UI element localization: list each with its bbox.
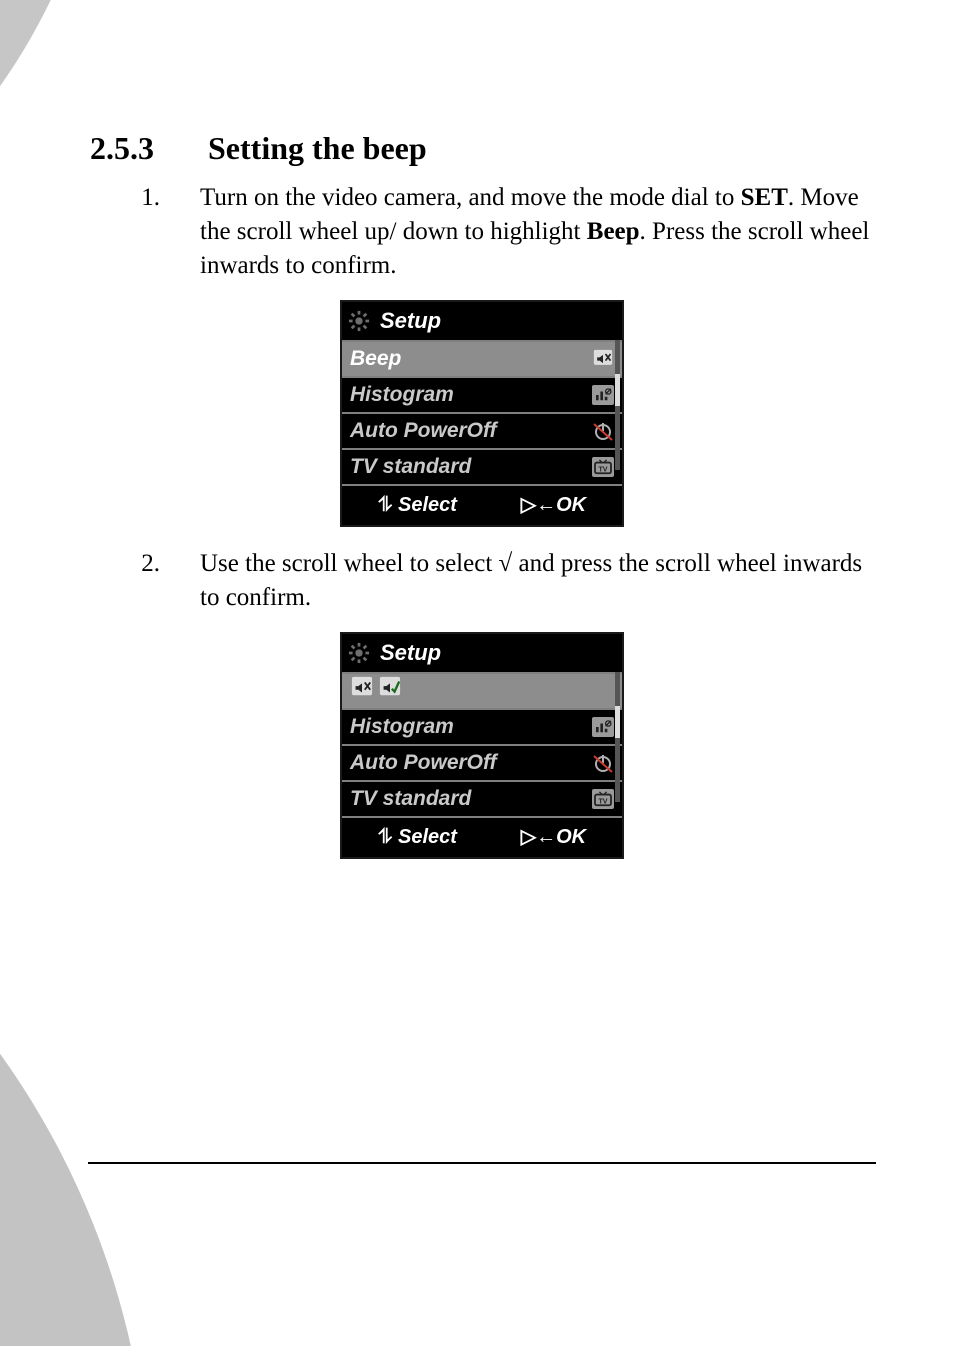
- lcd-title: Setup: [380, 638, 441, 668]
- speaker-on-icon: [378, 676, 402, 706]
- menu-item-histogram[interactable]: Histogram: [342, 710, 622, 746]
- page-divider: [88, 1162, 876, 1164]
- steps-list: 1. Turn on the video camera, and move th…: [90, 181, 874, 873]
- lcd-menu: Histogram Auto PowerOff TV: [342, 672, 622, 818]
- lcd-header: Setup: [342, 634, 622, 672]
- menu-beep: Beep: [587, 218, 640, 245]
- device-screen-1: Setup Beep Histogram: [340, 300, 624, 527]
- scroll-icon: ⥮: [378, 494, 393, 516]
- histogram-icon: [592, 385, 614, 405]
- section-title: Setting the beep: [208, 130, 427, 166]
- histogram-icon: [592, 717, 614, 737]
- press-in-icon: ▷←: [521, 494, 556, 516]
- gear-icon: [348, 310, 370, 332]
- step-number: 1.: [90, 181, 200, 215]
- tv-icon: TV: [592, 457, 614, 477]
- ok-hint: ▷←OK: [521, 492, 586, 519]
- menu-item-tvstandard[interactable]: TV standard TV: [342, 450, 622, 484]
- content-column: 2.5.3 Setting the beep 1. Turn on the vi…: [90, 130, 874, 879]
- menu-item-autopoweroff[interactable]: Auto PowerOff: [342, 414, 622, 450]
- section-number: 2.5.3: [90, 130, 200, 167]
- check-symbol: √: [499, 550, 513, 577]
- press-in-icon: ▷←: [521, 826, 556, 848]
- device-screen-2: Setup: [340, 632, 624, 859]
- step-1: 1. Turn on the video camera, and move th…: [90, 181, 874, 282]
- scrollbar-thumb[interactable]: [615, 706, 620, 738]
- tv-icon: TV: [592, 789, 614, 809]
- gear-icon: [348, 642, 370, 664]
- menu-item-beep[interactable]: Beep: [342, 342, 622, 378]
- screenshot-row: Setup: [90, 620, 874, 873]
- menu-item-beep-options[interactable]: [342, 674, 622, 710]
- menu-item-tvstandard[interactable]: TV standard TV: [342, 782, 622, 816]
- select-hint: ⥮ Select: [378, 824, 457, 851]
- step-number: 2.: [90, 547, 200, 581]
- section-heading: 2.5.3 Setting the beep: [90, 130, 874, 167]
- lcd-footer: ⥮ Select ▷←OK: [342, 486, 622, 525]
- select-hint: ⥮ Select: [378, 492, 457, 519]
- mode-set: SET: [741, 184, 788, 211]
- menu-item-autopoweroff[interactable]: Auto PowerOff: [342, 746, 622, 782]
- ok-hint: ▷←OK: [521, 824, 586, 851]
- step-body: Turn on the video camera, and move the m…: [200, 181, 874, 282]
- scroll-icon: ⥮: [378, 826, 393, 848]
- power-off-icon: [592, 421, 614, 441]
- screenshot-row: Setup Beep Histogram: [90, 288, 874, 541]
- power-off-icon: [592, 753, 614, 773]
- lcd-footer: ⥮ Select ▷←OK: [342, 818, 622, 857]
- scrollbar-thumb[interactable]: [615, 374, 620, 406]
- lcd-menu: Beep Histogram Auto PowerO: [342, 340, 622, 486]
- speaker-muted-icon: [592, 348, 614, 370]
- lcd-header: Setup: [342, 302, 622, 340]
- step-body: Use the scroll wheel to select √ and pre…: [200, 547, 874, 615]
- svg-text:TV: TV: [598, 798, 607, 806]
- speaker-muted-icon: [350, 676, 374, 706]
- lcd-title: Setup: [380, 306, 441, 336]
- menu-item-histogram[interactable]: Histogram: [342, 378, 622, 414]
- step-2: 2. Use the scroll wheel to select √ and …: [90, 547, 874, 615]
- svg-text:TV: TV: [598, 465, 607, 473]
